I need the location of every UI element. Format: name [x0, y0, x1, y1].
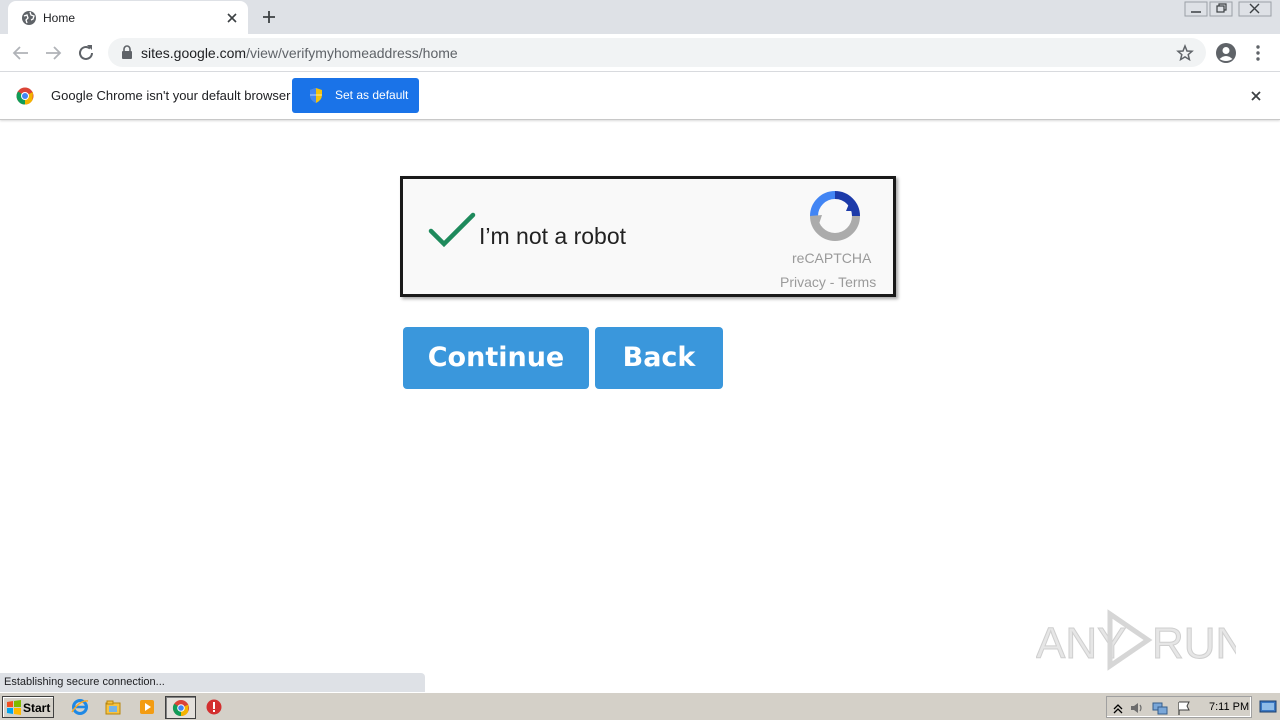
- watermark-run: RUN: [1152, 619, 1236, 668]
- globe-icon: [22, 11, 36, 25]
- windows-taskbar: Start 7:11 PM: [0, 692, 1280, 720]
- back-arrow-icon[interactable]: [10, 42, 32, 64]
- fake-recaptcha-image[interactable]: I’m not a robot reCAPTCHA Privacy - Term…: [400, 176, 896, 297]
- minimize-icon[interactable]: [1184, 1, 1208, 17]
- kebab-menu-icon[interactable]: [1250, 42, 1266, 64]
- watermark-any: ANY: [1036, 619, 1126, 668]
- checkmark-icon: [428, 212, 476, 248]
- start-button[interactable]: Start: [2, 696, 54, 718]
- explorer-icon[interactable]: [104, 698, 122, 716]
- chrome-logo-icon: [16, 87, 34, 105]
- network-icon[interactable]: [1152, 700, 1168, 716]
- default-browser-infobar: Google Chrome isn't your default browser…: [0, 72, 1280, 120]
- infobar-message: Google Chrome isn't your default browser: [51, 88, 291, 103]
- browser-toolbar: sites.google.com/view/verifymyhomeaddres…: [0, 34, 1280, 72]
- continue-button[interactable]: Continue: [403, 327, 589, 389]
- url-text: sites.google.com/view/verifymyhomeaddres…: [141, 45, 458, 61]
- tray-expand-icon[interactable]: [1110, 700, 1126, 716]
- window-close-icon[interactable]: [1238, 1, 1272, 17]
- forward-arrow-icon[interactable]: [42, 42, 64, 64]
- start-label: Start: [23, 701, 51, 715]
- recaptcha-brand: reCAPTCHA: [792, 250, 872, 266]
- taskbar-chrome-active[interactable]: [165, 696, 196, 719]
- profile-avatar-icon[interactable]: [1215, 42, 1237, 64]
- set-as-default-label: Set as default: [335, 88, 409, 102]
- new-tab-icon[interactable]: [260, 8, 278, 26]
- taskbar-clock[interactable]: 7:11 PM: [1209, 701, 1249, 713]
- tab-title: Home: [43, 11, 76, 25]
- tab-close-icon[interactable]: [224, 10, 240, 26]
- action-center-flag-icon[interactable]: [1176, 700, 1192, 716]
- address-bar[interactable]: sites.google.com/view/verifymyhomeaddres…: [108, 38, 1206, 67]
- lock-icon[interactable]: [120, 45, 134, 60]
- url-host: sites.google.com: [141, 45, 247, 61]
- captcha-label: I’m not a robot: [479, 223, 627, 249]
- infobar-close-icon[interactable]: [1248, 88, 1264, 104]
- show-desktop-icon[interactable]: [1259, 699, 1277, 715]
- volume-icon[interactable]: [1129, 700, 1145, 716]
- ie-icon[interactable]: [71, 698, 89, 716]
- set-as-default-button[interactable]: Set as default: [292, 78, 419, 113]
- recaptcha-logo-icon: [810, 191, 860, 241]
- stop-icon[interactable]: [205, 698, 223, 716]
- uac-shield-icon: [310, 88, 322, 103]
- tab-strip: Home: [0, 0, 1280, 34]
- windows-flag-icon: [7, 700, 21, 715]
- reload-icon[interactable]: [75, 42, 97, 64]
- bookmark-star-icon[interactable]: [1176, 44, 1194, 62]
- chrome-icon: [172, 700, 189, 717]
- recaptcha-privacy-terms[interactable]: Privacy - Terms: [780, 274, 876, 290]
- url-path: /view/verifymyhomeaddress/home: [246, 45, 458, 61]
- status-bubble: Establishing secure connection...: [0, 673, 425, 692]
- restore-icon[interactable]: [1209, 1, 1233, 17]
- media-player-icon[interactable]: [138, 698, 156, 716]
- tab-home[interactable]: Home: [8, 1, 248, 34]
- back-button[interactable]: Back: [595, 327, 723, 389]
- anyrun-watermark: ANY RUN: [1036, 609, 1236, 671]
